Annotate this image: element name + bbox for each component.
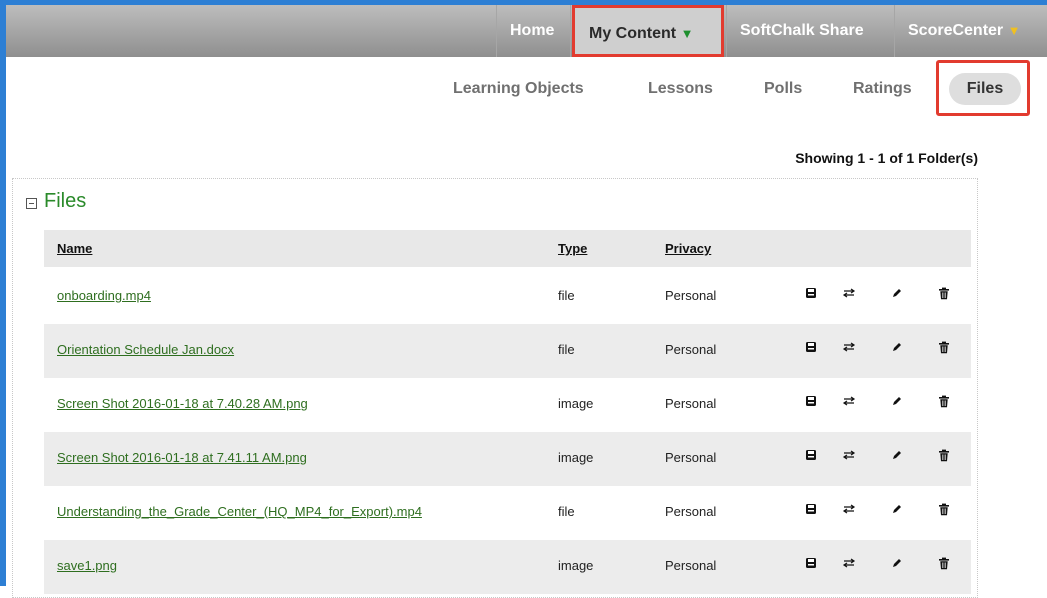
- delete-icon[interactable]: [938, 503, 954, 519]
- file-type: image: [558, 450, 594, 465]
- tab-polls[interactable]: Polls: [764, 75, 802, 103]
- table-row: onboarding.mp4 file Personal: [44, 270, 971, 324]
- table-row: Understanding_the_Grade_Center_(HQ_MP4_f…: [44, 486, 971, 540]
- delete-icon[interactable]: [938, 341, 954, 357]
- move-icon[interactable]: [842, 395, 858, 411]
- move-icon[interactable]: [842, 503, 858, 519]
- file-privacy: Personal: [665, 504, 717, 519]
- table-row: Screen Shot 2016-01-18 at 7.41.11 AM.png…: [44, 432, 971, 486]
- edit-icon[interactable]: [891, 503, 907, 519]
- tab-files[interactable]: Files: [949, 73, 1021, 105]
- nav-scorecenter-label: ScoreCenter: [908, 22, 1004, 39]
- window-frame-left: [0, 0, 6, 586]
- tab-ratings[interactable]: Ratings: [853, 75, 912, 103]
- column-header-privacy[interactable]: Privacy: [665, 241, 711, 256]
- file-privacy: Personal: [665, 288, 717, 303]
- file-type: file: [558, 342, 575, 357]
- delete-icon[interactable]: [938, 287, 954, 303]
- save-icon[interactable]: [805, 503, 821, 519]
- column-header-name[interactable]: Name: [57, 241, 92, 256]
- results-count: Showing 1 - 1 of 1 Folder(s): [795, 150, 978, 166]
- edit-icon[interactable]: [891, 341, 907, 357]
- edit-icon[interactable]: [891, 557, 907, 573]
- save-icon[interactable]: [805, 449, 821, 465]
- top-nav-bar: Home My Content ▼ SoftChalk Share ScoreC…: [6, 5, 1047, 57]
- file-name-link[interactable]: Screen Shot 2016-01-18 at 7.41.11 AM.png: [57, 450, 307, 465]
- move-icon[interactable]: [842, 287, 858, 303]
- table-row: Orientation Schedule Jan.docx file Persona…: [44, 324, 971, 378]
- move-icon[interactable]: [842, 341, 858, 357]
- move-icon[interactable]: [842, 557, 858, 573]
- nav-scorecenter[interactable]: ScoreCenter ▼: [894, 5, 1047, 57]
- delete-icon[interactable]: [938, 449, 954, 465]
- edit-icon[interactable]: [891, 449, 907, 465]
- nav-separator: [570, 5, 571, 57]
- save-icon[interactable]: [805, 287, 821, 303]
- file-name-link[interactable]: Understanding_the_Grade_Center_(HQ_MP4_f…: [57, 504, 422, 519]
- file-name-link[interactable]: save1.png: [57, 558, 117, 573]
- tab-lessons[interactable]: Lessons: [648, 75, 713, 103]
- file-name-link[interactable]: onboarding.mp4: [57, 288, 151, 303]
- move-icon[interactable]: [842, 449, 858, 465]
- save-icon[interactable]: [805, 395, 821, 411]
- nav-my-content[interactable]: My Content ▼: [572, 5, 724, 57]
- nav-my-content-label: My Content: [589, 25, 677, 42]
- collapse-icon[interactable]: [26, 198, 37, 209]
- tab-learning-objects[interactable]: Learning Objects: [453, 75, 584, 103]
- nav-home[interactable]: Home: [496, 5, 570, 57]
- file-privacy: Personal: [665, 558, 717, 573]
- save-icon[interactable]: [805, 557, 821, 573]
- dropdown-arrow-icon: ▼: [1007, 23, 1021, 38]
- table-header: [44, 230, 971, 267]
- save-icon[interactable]: [805, 341, 821, 357]
- file-type: file: [558, 288, 575, 303]
- table-row: Screen Shot 2016-01-18 at 7.40.28 AM.png…: [44, 378, 971, 432]
- file-name-link[interactable]: Screen Shot 2016-01-18 at 7.40.28 AM.png: [57, 396, 308, 411]
- file-type: image: [558, 558, 594, 573]
- file-privacy: Personal: [665, 450, 717, 465]
- nav-softchalk-share[interactable]: SoftChalk Share: [726, 5, 894, 57]
- file-type: file: [558, 504, 575, 519]
- file-type: image: [558, 396, 594, 411]
- edit-icon[interactable]: [891, 287, 907, 303]
- file-privacy: Personal: [665, 342, 717, 357]
- column-header-type[interactable]: Type: [558, 241, 587, 256]
- delete-icon[interactable]: [938, 557, 954, 573]
- file-privacy: Personal: [665, 396, 717, 411]
- delete-icon[interactable]: [938, 395, 954, 411]
- section-title: Files: [44, 190, 87, 212]
- edit-icon[interactable]: [891, 395, 907, 411]
- file-name-link[interactable]: Orientation Schedule Jan.docx: [57, 342, 234, 357]
- dropdown-arrow-icon: ▼: [680, 26, 694, 41]
